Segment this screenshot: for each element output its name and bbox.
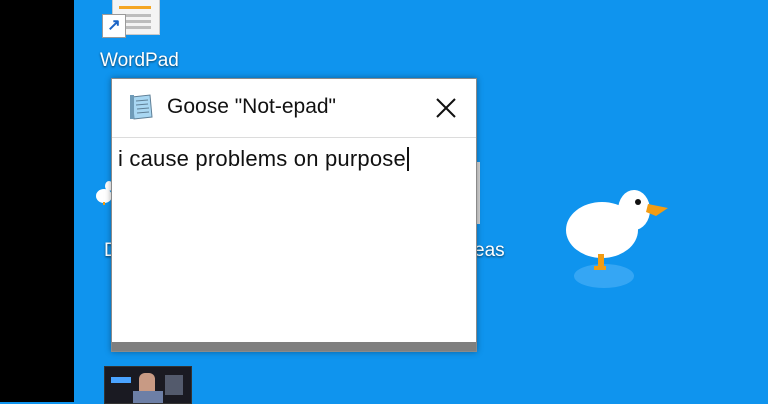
taskbar-edge bbox=[0, 0, 74, 402]
shortcut-arrow-icon: ↗ bbox=[102, 14, 126, 38]
window-title: Goose "Not-epad" bbox=[167, 95, 337, 118]
goose-icon bbox=[566, 190, 668, 288]
close-button[interactable] bbox=[428, 93, 464, 123]
window-titlebar[interactable]: Goose "Not-epad" bbox=[112, 79, 476, 138]
desktop-icon-label-partial-right: eas bbox=[474, 240, 505, 261]
thumbnail-detail bbox=[111, 377, 131, 383]
desktop-icon-wordpad[interactable]: ↗ WordPad bbox=[100, 0, 190, 78]
close-icon bbox=[436, 98, 456, 118]
thumbnail-person-shirt bbox=[133, 391, 163, 403]
thumbnail-detail bbox=[165, 375, 183, 395]
text-caret bbox=[406, 147, 409, 171]
notepad-icon bbox=[130, 94, 153, 120]
goose-notepad-window[interactable]: Goose "Not-epad" i cause problems on pur… bbox=[111, 78, 477, 352]
notepad-text: i cause problems on purpose bbox=[118, 146, 406, 171]
window-status-strip bbox=[112, 342, 476, 351]
desktop-icon-label: WordPad bbox=[100, 50, 179, 71]
notepad-text-area[interactable]: i cause problems on purpose bbox=[113, 138, 475, 342]
desktop-thumbnail[interactable] bbox=[104, 366, 192, 404]
